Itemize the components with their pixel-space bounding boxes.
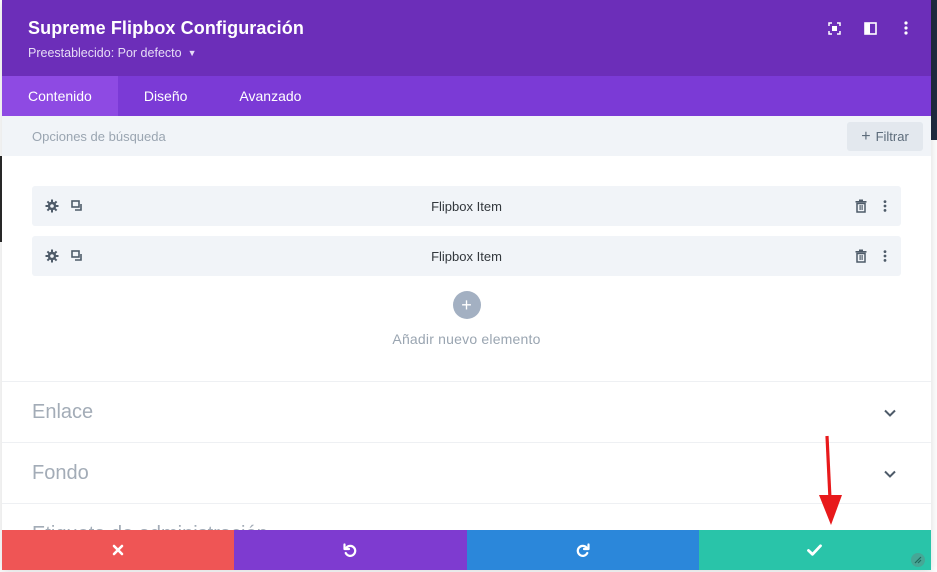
resize-icon	[914, 556, 922, 564]
fullscreen-icon[interactable]	[827, 20, 841, 36]
modal-title: Supreme Flipbox Configuración	[28, 18, 304, 38]
tab-contenido[interactable]: Contenido	[2, 76, 118, 116]
header-actions	[827, 20, 913, 36]
item-actions-left	[44, 248, 86, 264]
toggle-fondo[interactable]: Fondo	[2, 442, 931, 503]
gear-icon[interactable]	[44, 248, 60, 264]
filter-button[interactable]: + Filtrar	[847, 122, 923, 151]
backdrop-dark-area	[931, 0, 937, 140]
redo-icon	[576, 543, 590, 557]
plus-icon: +	[461, 295, 472, 315]
duplicate-icon[interactable]	[70, 248, 86, 264]
toggle-enlace[interactable]: Enlace	[2, 381, 931, 442]
redo-button[interactable]	[466, 530, 699, 570]
undo-button[interactable]	[234, 530, 467, 570]
chevron-down-icon	[884, 470, 896, 478]
add-item-area: + Añadir nuevo elemento	[32, 291, 901, 381]
list-item[interactable]: Flipbox Item	[32, 186, 901, 226]
add-item-label[interactable]: Añadir nuevo elemento	[392, 331, 540, 347]
undo-icon	[343, 543, 357, 557]
content-area: Flipbox Item Flipbox Item + Añadir nuevo…	[2, 156, 931, 381]
plus-icon: +	[861, 127, 871, 145]
more-vertical-icon[interactable]	[877, 248, 893, 264]
cancel-button[interactable]	[2, 530, 235, 570]
trash-icon[interactable]	[853, 248, 869, 264]
toggle-title: Enlace	[32, 400, 94, 423]
modal-footer	[2, 530, 931, 570]
check-icon	[807, 544, 823, 556]
caret-down-icon: ▼	[187, 48, 197, 58]
add-item-button[interactable]: +	[452, 291, 481, 319]
tab-avanzado[interactable]: Avanzado	[213, 76, 327, 116]
close-icon	[112, 544, 124, 556]
sidebar-icon[interactable]	[863, 20, 877, 36]
search-bar: + Filtrar	[2, 116, 931, 156]
tab-diseno[interactable]: Diseño	[118, 76, 214, 116]
gear-icon[interactable]	[44, 198, 60, 214]
toggle-title: Fondo	[32, 461, 89, 484]
save-button[interactable]	[698, 530, 931, 570]
annotation-arrow	[819, 435, 842, 525]
search-input[interactable]	[32, 128, 532, 144]
chevron-down-icon	[884, 409, 896, 417]
item-label: Flipbox Item	[431, 248, 502, 264]
resize-handle[interactable]	[911, 553, 925, 567]
modal-header: Supreme Flipbox Configuración Preestable…	[2, 0, 931, 76]
preset-selector[interactable]: Preestablecido: Por defecto ▼	[28, 46, 931, 60]
item-actions-right	[853, 198, 893, 214]
list-item[interactable]: Flipbox Item	[32, 236, 901, 276]
item-label: Flipbox Item	[431, 198, 502, 214]
settings-modal: Supreme Flipbox Configuración Preestable…	[2, 0, 931, 570]
tab-bar: Contenido Diseño Avanzado	[2, 76, 931, 116]
duplicate-icon[interactable]	[70, 198, 86, 214]
filter-label: Filtrar	[875, 129, 909, 144]
more-icon[interactable]	[899, 20, 913, 36]
preset-label: Preestablecido: Por defecto	[28, 46, 182, 60]
trash-icon[interactable]	[853, 198, 869, 214]
more-vertical-icon[interactable]	[877, 198, 893, 214]
item-actions-left	[44, 198, 86, 214]
item-actions-right	[853, 248, 893, 264]
